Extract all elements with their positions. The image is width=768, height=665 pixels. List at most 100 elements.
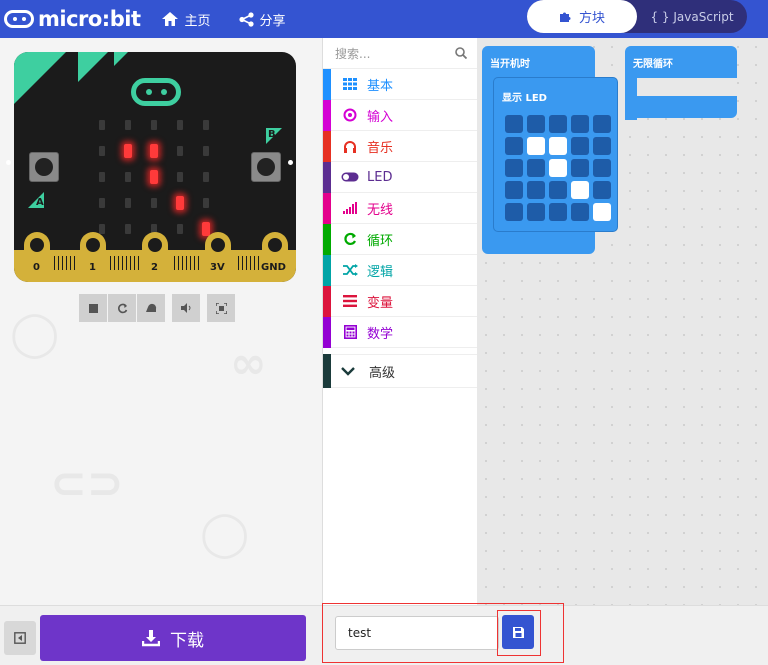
- led-2-1: [125, 172, 131, 182]
- led-cell-2-0[interactable]: [505, 159, 523, 177]
- microbit-logo[interactable]: micro:bit: [4, 7, 141, 31]
- led-cell-2-3[interactable]: [571, 159, 589, 177]
- shuffle-icon: [341, 264, 359, 276]
- led-cell-1-2[interactable]: [549, 137, 567, 155]
- restart-button[interactable]: [108, 294, 136, 322]
- led-0-2: [151, 120, 157, 130]
- button-a-label: A: [36, 197, 44, 208]
- led-cell-1-0[interactable]: [505, 137, 523, 155]
- pin-label: 2: [151, 262, 158, 273]
- collapse-simulator-button[interactable]: [4, 621, 36, 655]
- tab-javascript[interactable]: { } JavaScript: [637, 10, 747, 24]
- forever-block[interactable]: 无限循环: [625, 46, 737, 78]
- tab-js-label: JavaScript: [673, 9, 734, 24]
- led-cell-0-4[interactable]: [593, 115, 611, 133]
- home-button[interactable]: 主页: [162, 10, 211, 29]
- microbit-board[interactable]: A B 0 1 2 3V GND: [14, 52, 296, 282]
- led-0-0: [99, 120, 105, 130]
- category-label: 无线: [367, 202, 394, 218]
- led-cell-1-4[interactable]: [593, 137, 611, 155]
- led-2-0: [99, 172, 105, 182]
- home-label: 主页: [184, 13, 211, 29]
- led-cell-4-1[interactable]: [527, 203, 545, 221]
- led-4-1: [125, 224, 131, 234]
- led-3-0: [99, 198, 105, 208]
- toolbox-search[interactable]: 搜索...: [323, 38, 477, 69]
- category-label: LED: [367, 169, 393, 185]
- category-calculator[interactable]: 数学: [323, 316, 477, 348]
- editor-mode-toggle: 方块 { } JavaScript: [527, 0, 747, 33]
- save-button[interactable]: [502, 615, 534, 649]
- blocks-workspace[interactable]: 当开机时 显示 LED 无限循环: [477, 38, 768, 605]
- chevron-down-icon: [341, 367, 355, 376]
- led-cell-3-4[interactable]: [593, 181, 611, 199]
- category-color-bar: [323, 99, 331, 131]
- led-cell-3-2[interactable]: [549, 181, 567, 199]
- stop-button[interactable]: [79, 294, 107, 322]
- led-cell-2-2[interactable]: [549, 159, 567, 177]
- button-b-label: B: [268, 129, 276, 140]
- category-headphones[interactable]: 音乐: [323, 130, 477, 162]
- tab-blocks[interactable]: 方块: [527, 0, 637, 33]
- category-signal[interactable]: 无线: [323, 192, 477, 224]
- led-matrix: [95, 116, 225, 238]
- background-pattern: ∞: [230, 338, 267, 389]
- forever-label: 无限循环: [633, 59, 673, 70]
- led-2-4: [203, 172, 209, 182]
- stop-icon: [88, 303, 98, 313]
- pin-label: GND: [261, 262, 286, 273]
- led-cell-3-0[interactable]: [505, 181, 523, 199]
- microbit-logo-icon: [4, 10, 34, 28]
- led-cell-0-1[interactable]: [527, 115, 545, 133]
- show-led-label: 显示 LED: [502, 93, 547, 104]
- led-cell-0-3[interactable]: [571, 115, 589, 133]
- led-cell-1-3[interactable]: [571, 137, 589, 155]
- category-label: 变量: [367, 295, 394, 311]
- project-name-input[interactable]: [335, 616, 499, 650]
- led-cell-4-3[interactable]: [571, 203, 589, 221]
- led-editor-grid[interactable]: [505, 115, 611, 221]
- led-2-2: [150, 170, 158, 184]
- share-button[interactable]: 分享: [238, 10, 286, 29]
- fullscreen-button[interactable]: [207, 294, 235, 322]
- led-1-1: [124, 144, 132, 158]
- led-cell-0-0[interactable]: [505, 115, 523, 133]
- slow-motion-button[interactable]: [137, 294, 165, 322]
- led-1-0: [99, 146, 105, 156]
- mute-button[interactable]: [172, 294, 200, 322]
- category-list[interactable]: 变量: [323, 285, 477, 317]
- led-3-3: [176, 196, 184, 210]
- led-cell-3-3[interactable]: [571, 181, 589, 199]
- led-cell-4-2[interactable]: [549, 203, 567, 221]
- category-color-bar: [323, 285, 331, 317]
- led-4-3: [177, 224, 183, 234]
- led-3-1: [125, 198, 131, 208]
- category-label: 音乐: [367, 140, 394, 156]
- category-color-bar: [323, 316, 331, 348]
- background-pattern: ◯: [200, 508, 250, 559]
- share-icon: [238, 11, 254, 27]
- grid-icon: [341, 78, 359, 90]
- category-target[interactable]: 输入: [323, 99, 477, 131]
- led-cell-4-4[interactable]: [593, 203, 611, 221]
- led-cell-1-1[interactable]: [527, 137, 545, 155]
- category-grid[interactable]: 基本: [323, 68, 477, 100]
- category-color-bar: [323, 354, 331, 388]
- led-cell-4-0[interactable]: [505, 203, 523, 221]
- toggle-icon: [341, 172, 359, 182]
- button-a[interactable]: [29, 152, 59, 182]
- snail-icon: [146, 303, 157, 312]
- button-b[interactable]: [251, 152, 281, 182]
- category-label: 输入: [367, 109, 394, 125]
- led-cell-2-4[interactable]: [593, 159, 611, 177]
- download-button[interactable]: 下载: [40, 615, 306, 661]
- category-advanced[interactable]: 高级: [323, 354, 477, 388]
- category-refresh[interactable]: 循环: [323, 223, 477, 255]
- search-input[interactable]: 搜索...: [335, 45, 370, 62]
- led-cell-2-1[interactable]: [527, 159, 545, 177]
- category-shuffle[interactable]: 逻辑: [323, 254, 477, 286]
- led-cell-0-2[interactable]: [549, 115, 567, 133]
- category-toggle[interactable]: LED: [323, 161, 477, 193]
- forever-block-slot: [637, 79, 737, 96]
- led-cell-3-1[interactable]: [527, 181, 545, 199]
